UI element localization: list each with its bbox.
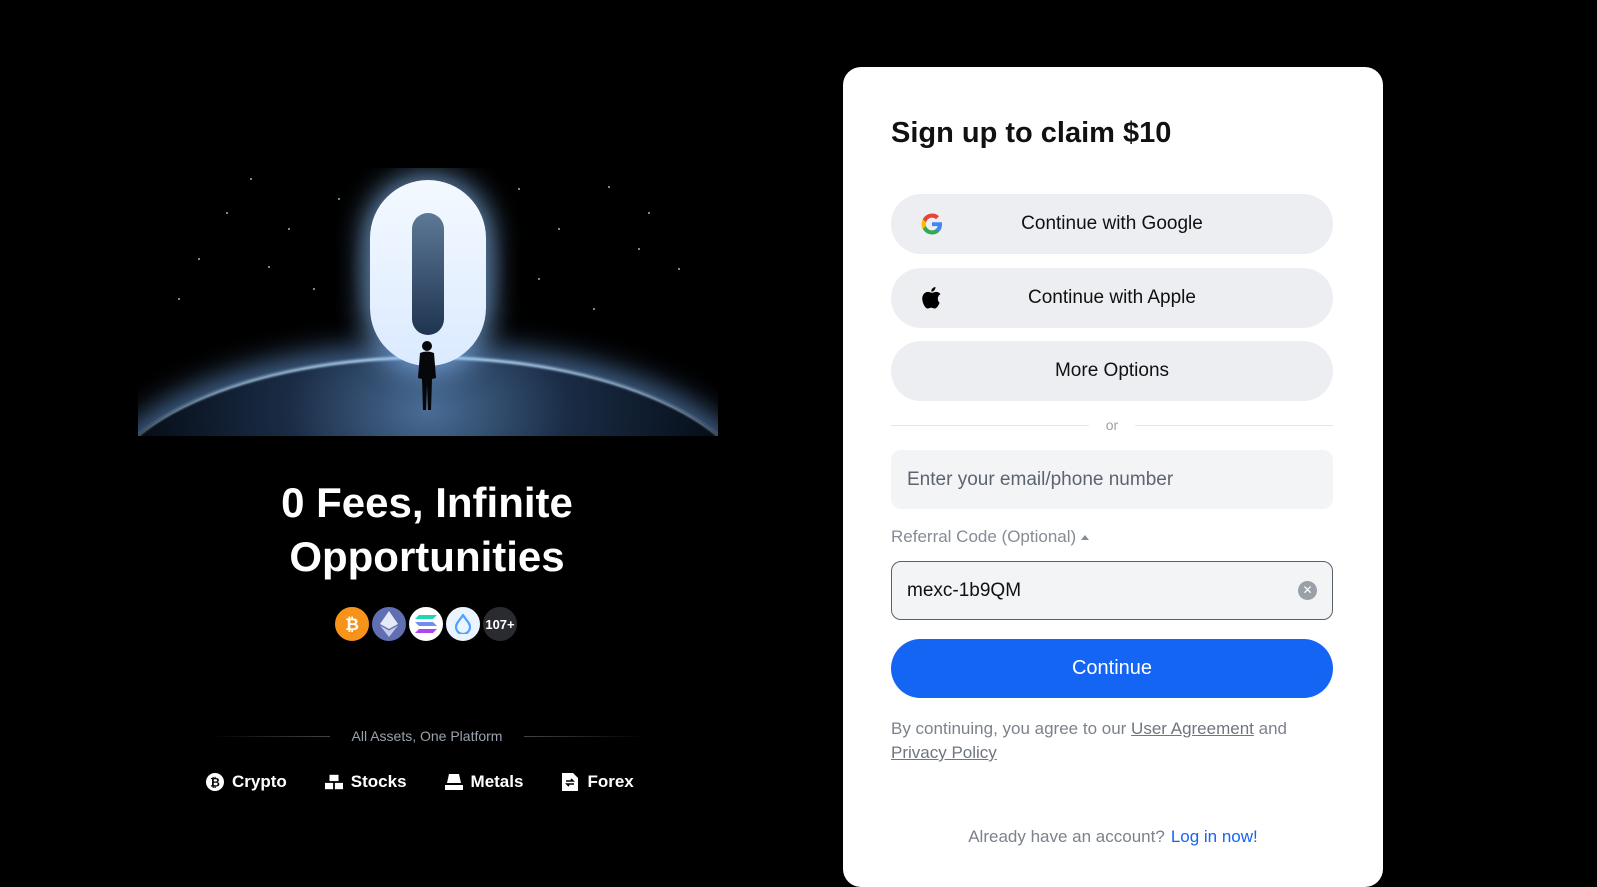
login-link[interactable]: Log in now! xyxy=(1171,827,1258,846)
asset-crypto: ₿ Crypto xyxy=(206,772,287,792)
continue-button[interactable]: Continue xyxy=(891,639,1333,698)
stocks-icon xyxy=(324,773,343,791)
asset-label: Forex xyxy=(587,772,634,791)
clear-icon[interactable]: ✕ xyxy=(1298,581,1317,600)
ethereum-icon xyxy=(370,605,408,643)
legal-prefix: By continuing, you agree to our xyxy=(891,719,1132,738)
asset-categories: ₿ Crypto Stocks Metals Forex xyxy=(206,772,672,792)
user-agreement-link[interactable]: User Agreement xyxy=(1131,719,1254,738)
google-button-label: Continue with Google xyxy=(1021,213,1203,234)
svg-text:₿: ₿ xyxy=(210,776,220,790)
hero-illustration xyxy=(138,168,718,436)
signup-card: Sign up to claim $10 Continue with Googl… xyxy=(843,67,1383,887)
apple-icon xyxy=(921,287,943,309)
hero-title-line2: Opportunities xyxy=(289,533,565,580)
person-silhouette-icon xyxy=(418,341,436,410)
asset-forex: Forex xyxy=(561,772,634,792)
solana-icon xyxy=(407,605,445,643)
asset-label: Metals xyxy=(470,772,524,791)
google-icon xyxy=(921,213,943,235)
apple-button-label: Continue with Apple xyxy=(1028,287,1196,308)
bitcoin-icon: ₿ xyxy=(333,605,371,643)
supported-coins: ₿ 107+ xyxy=(333,605,519,643)
metals-icon xyxy=(444,773,463,791)
hero-section: 0 Fees, Infinite Opportunities ₿ 107+ Al… xyxy=(0,0,860,873)
google-signin-button[interactable]: Continue with Google xyxy=(891,194,1333,254)
privacy-policy-link[interactable]: Privacy Policy xyxy=(891,743,997,762)
referral-code-input[interactable] xyxy=(907,562,1287,619)
more-options-button[interactable]: More Options xyxy=(891,341,1333,401)
apple-signin-button[interactable]: Continue with Apple xyxy=(891,268,1333,328)
referral-code-field: ✕ xyxy=(891,561,1333,620)
hero-title-line1: 0 Fees, Infinite xyxy=(281,479,573,526)
or-divider: or xyxy=(891,415,1333,435)
referral-code-toggle[interactable]: Referral Code (Optional) xyxy=(891,527,1090,547)
asset-stocks: Stocks xyxy=(324,772,407,792)
svg-text:₿: ₿ xyxy=(345,615,359,635)
sui-icon xyxy=(444,605,482,643)
assets-divider: All Assets, One Platform xyxy=(210,725,644,747)
signup-title: Sign up to claim $10 xyxy=(891,117,1172,149)
have-account-text: Already have an account? xyxy=(968,827,1165,846)
crypto-icon: ₿ xyxy=(206,773,224,791)
legal-and: and xyxy=(1253,719,1287,738)
legal-notice: By continuing, you agree to our User Agr… xyxy=(891,717,1333,765)
login-prompt: Already have an account? Log in now! xyxy=(843,827,1383,847)
more-coins-badge: 107+ xyxy=(481,605,519,643)
hero-title: 0 Fees, Infinite Opportunities xyxy=(180,476,674,584)
caret-up-icon xyxy=(1081,534,1090,540)
referral-code-label: Referral Code (Optional) xyxy=(891,527,1077,546)
asset-label: Stocks xyxy=(350,772,407,791)
asset-label: Crypto xyxy=(232,772,287,791)
email-phone-input[interactable] xyxy=(891,450,1333,509)
asset-metals: Metals xyxy=(444,772,524,792)
forex-icon xyxy=(561,773,579,791)
